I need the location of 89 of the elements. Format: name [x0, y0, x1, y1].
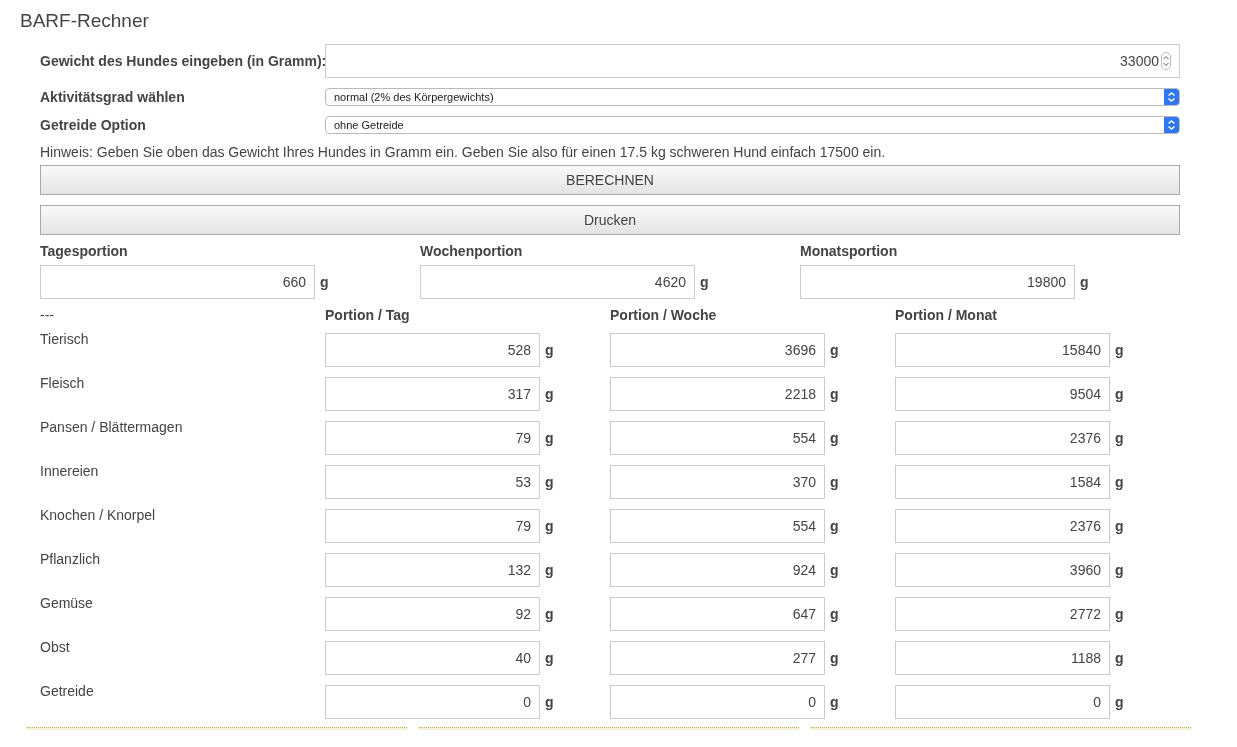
unit-label: g — [830, 474, 839, 490]
dropdown-arrow-icon — [1164, 117, 1179, 133]
unit-label: g — [830, 650, 839, 666]
portion-field[interactable]: 647 — [610, 597, 825, 631]
unit-label: g — [545, 342, 554, 358]
portion-field[interactable]: 79 — [325, 421, 540, 455]
portion-field[interactable]: 9504 — [895, 377, 1110, 411]
portion-field[interactable]: 277 — [610, 641, 825, 675]
unit-label: g — [830, 430, 839, 446]
portion-field[interactable]: 79 — [325, 509, 540, 543]
unit-label: g — [830, 342, 839, 358]
portion-field[interactable]: 3960 — [895, 553, 1110, 587]
portion-field[interactable]: 0 — [325, 685, 540, 719]
unit-label: g — [545, 650, 554, 666]
row-label: Knochen / Knorpel — [40, 507, 157, 523]
dropdown-arrow-icon — [1164, 89, 1179, 105]
row-label: Pansen / Blättermagen — [40, 419, 184, 435]
unit-label: g — [1080, 274, 1089, 290]
portion-field[interactable]: 1584 — [895, 465, 1110, 499]
row-label: Pflanzlich — [40, 551, 101, 567]
portion-field[interactable]: 554 — [610, 421, 825, 455]
unit-label: g — [545, 562, 554, 578]
unit-label: g — [1115, 694, 1124, 710]
row-label: Tierisch — [40, 331, 90, 347]
unit-label: g — [545, 386, 554, 402]
total-label: Monatsportion — [800, 243, 899, 259]
column-header: Portion / Woche — [610, 307, 718, 325]
field-label: Getreide Option — [40, 117, 147, 133]
unit-label: g — [830, 694, 839, 710]
row-label: Innereien — [40, 463, 100, 479]
unit-label: g — [320, 274, 329, 290]
unit-label: g — [1115, 606, 1124, 622]
portion-field[interactable]: 924 — [610, 553, 825, 587]
unit-label: g — [830, 606, 839, 622]
unit-label: g — [545, 474, 554, 490]
portion-field[interactable]: 2218 — [610, 377, 825, 411]
portion-field[interactable]: 15840 — [895, 333, 1110, 367]
unit-label: g — [1115, 386, 1124, 402]
dropdown[interactable]: ohne Getreide — [325, 116, 1180, 134]
spinner-icon — [1161, 52, 1171, 70]
portion-field[interactable]: 3696 — [610, 333, 825, 367]
unit-label: g — [1115, 474, 1124, 490]
total-field[interactable]: 660 — [40, 265, 315, 299]
calculate-button[interactable]: BERECHNEN — [40, 165, 1180, 195]
total-field[interactable]: 4620 — [420, 265, 695, 299]
unit-label: g — [545, 606, 554, 622]
dropdown[interactable]: normal (2% des Körpergewichts) — [325, 88, 1180, 106]
print-button[interactable]: Drucken — [40, 205, 1180, 235]
unit-label: g — [1115, 650, 1124, 666]
portion-field[interactable]: 2376 — [895, 421, 1110, 455]
unit-label: g — [830, 562, 839, 578]
field-label: Gewicht des Hundes eingeben (in Gramm): — [40, 53, 325, 69]
unit-label: g — [1115, 562, 1124, 578]
portion-field[interactable]: 1188 — [895, 641, 1110, 675]
unit-label: g — [1115, 430, 1124, 446]
portion-field[interactable]: 317 — [325, 377, 540, 411]
unit-label: g — [545, 430, 554, 446]
total-label: Wochenportion — [420, 243, 524, 259]
portion-field[interactable]: 370 — [610, 465, 825, 499]
portion-field[interactable]: 0 — [610, 685, 825, 719]
column-header: Portion / Tag — [325, 307, 411, 325]
portion-field[interactable]: 2772 — [895, 597, 1110, 631]
row-label: Getreide — [40, 683, 95, 699]
portion-field[interactable]: 132 — [325, 553, 540, 587]
column-header: --- — [40, 307, 55, 323]
portion-field[interactable]: 53 — [325, 465, 540, 499]
unit-label: g — [1115, 518, 1124, 534]
unit-label: g — [545, 518, 554, 534]
portion-field[interactable]: 40 — [325, 641, 540, 675]
unit-label: g — [700, 274, 709, 290]
row-label: Fleisch — [40, 375, 86, 391]
hint-text: Hinweis: Geben Sie oben das Gewicht Ihres Hundes in Gramm ein. Geben Sie also für einen 17.5 kg schweren Hund einfach 17500 ein. — [40, 144, 887, 160]
total-field[interactable]: 19800 — [800, 265, 1075, 299]
portion-field[interactable]: 92 — [325, 597, 540, 631]
total-label: Tagesportion — [40, 243, 129, 259]
portion-field[interactable]: 0 — [895, 685, 1110, 719]
portion-field[interactable]: 554 — [610, 509, 825, 543]
unit-label: g — [830, 386, 839, 402]
unit-label: g — [545, 694, 554, 710]
row-label: Gemüse — [40, 595, 94, 611]
unit-label: g — [1115, 342, 1124, 358]
field-label: Aktivitätsgrad wählen — [40, 89, 186, 105]
column-header: Portion / Monat — [895, 307, 998, 325]
portion-field[interactable]: 2376 — [895, 509, 1110, 543]
row-label: Obst — [40, 639, 71, 655]
page-title: BARF-Rechner — [20, 10, 150, 32]
weight-input[interactable]: 33000 — [325, 44, 1180, 78]
unit-label: g — [830, 518, 839, 534]
portion-field[interactable]: 528 — [325, 333, 540, 367]
